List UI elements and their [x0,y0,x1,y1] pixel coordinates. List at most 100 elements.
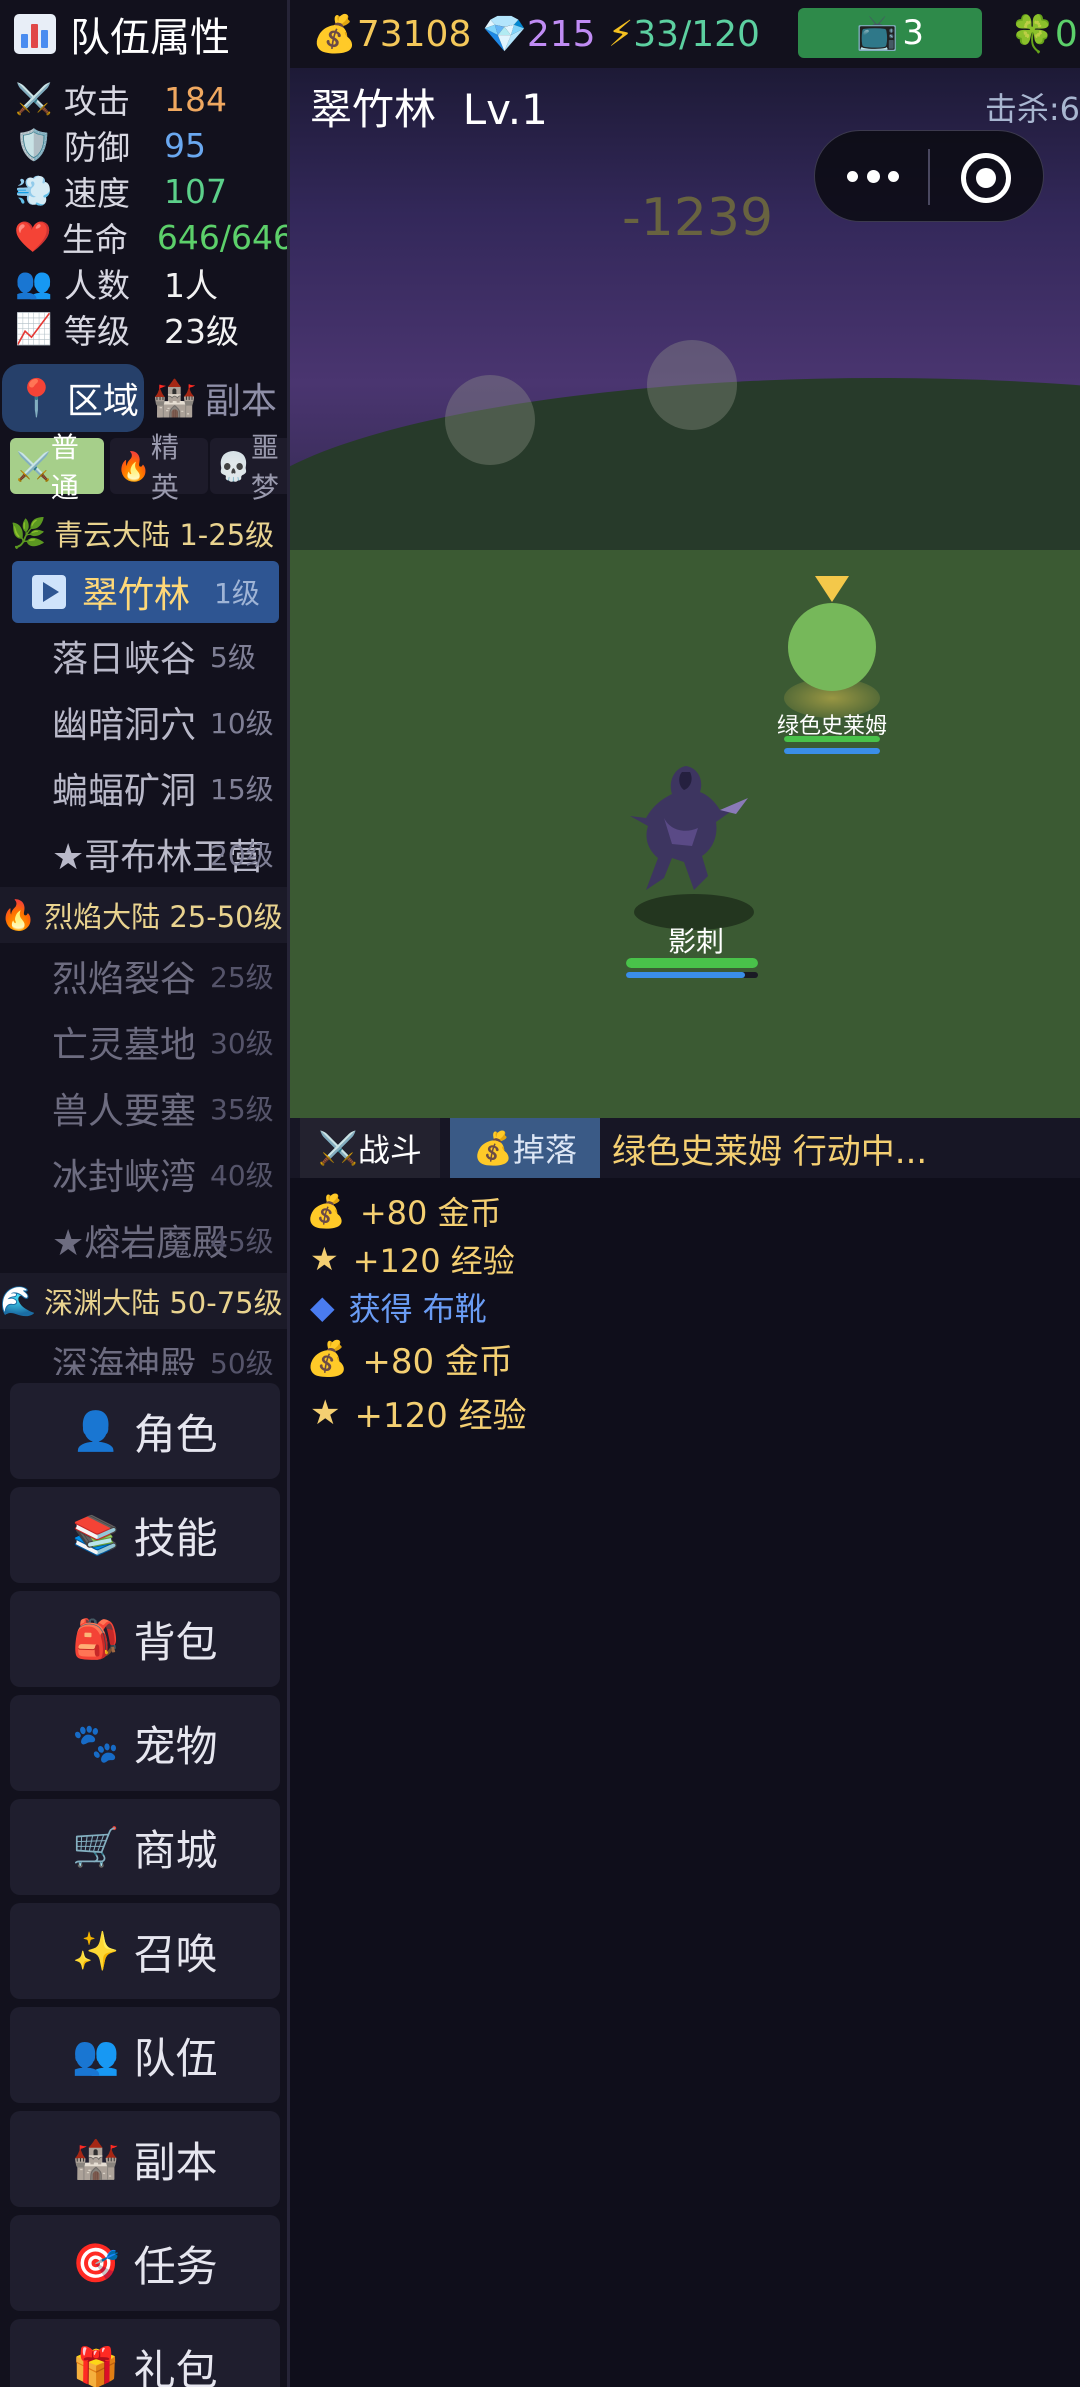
region-header[interactable]: 🌿 青云大陆 1-25级 [0,505,287,561]
zone-level: 5级 [210,641,256,674]
team-title-label: 队伍属性 [70,15,230,61]
gift-icon: 🎁 [72,2344,120,2387]
team-sidebar: 队伍属性 ⚔️ 攻击 184 🛡️ 防御 95 💨 速度 107 ❤️ 生命 6… [0,0,287,2387]
tv-count: 3 [902,13,924,53]
enemy-hp-bar [784,736,880,742]
zone-item[interactable]: 亡灵墓地 30级 [0,1009,287,1075]
region-header[interactable]: 🔥 烈焰大陆 25-50级 [0,887,287,943]
hero-hp-bar [626,958,758,968]
menu-bag-button[interactable]: 🎒 背包 [10,1591,280,1687]
swords-icon: ⚔️ [16,449,51,483]
stat-attack: ⚔️ 攻击 184 [14,76,287,122]
log-entry: ★ +120 经验 [310,1388,527,1437]
region-title: 青云大陆 1-25级 [54,518,275,552]
zone-item-boss[interactable]: ★哥布林王营 20级 [0,821,287,887]
zone-level: 45级 [210,1225,274,1258]
zone-level: 40级 [210,1159,274,1192]
tab-elite-label: 精英 [150,431,179,504]
menu-quest-button[interactable]: 🎯 任务 [10,2215,280,2311]
resource-bar: 💰 73108 💎 215 ⚡ 33/120 📺 3 🍀 0 [290,0,1080,68]
close-target-icon[interactable] [961,153,1011,203]
wave-icon: 🌊 [0,1283,37,1318]
menu-summon-button[interactable]: ✨ 召唤 [10,1903,280,1999]
lightning-icon: ⚡ [608,13,634,55]
stat-value: 95 [164,125,206,165]
herb-icon: 🌿 [10,515,47,550]
backpack-icon: 🎒 [72,1616,120,1661]
video-ad-button[interactable]: 📺 3 [798,8,982,58]
tab-elite[interactable]: 🔥 精英 [110,431,208,504]
money-bag-icon: 💰 [312,14,357,55]
stat-value: 184 [164,79,227,119]
team-stats: ⚔️ 攻击 184 🛡️ 防御 95 💨 速度 107 ❤️ 生命 646/64… [14,76,287,352]
menu-label: 技能 [133,1513,218,1563]
clover-value: 0 [1054,13,1078,55]
zone-title-name: 翠竹林 [310,85,437,134]
more-icon[interactable] [843,159,903,193]
tab-dungeon[interactable]: 🏰 副本 [152,364,277,432]
region-header[interactable]: 🌊 深渊大陆 50-75级 [0,1273,287,1329]
menu-skills-button[interactable]: 📚 技能 [10,1487,280,1583]
menu-character-button[interactable]: 👤 角色 [10,1383,280,1479]
log-text: +120 经验 [352,1242,515,1280]
hero-assassin-sprite[interactable] [624,758,754,908]
stat-label: 生命 [61,220,128,259]
hero-name: 影刺 [667,925,724,958]
castle-icon: 🏰 [152,378,197,419]
log-entry: 💰 +80 金币 [306,1334,513,1383]
main-menu: 👤 角色 📚 技能 🎒 背包 🐾 宠物 🛒 商城 ✨ 召唤 👥 队伍 🏰 副本 🎯 任务 🎁 礼包 [10,1383,280,2387]
zone-item[interactable]: 蝙蝠矿洞 15级 [0,755,287,821]
drop-log[interactable]: 💰 +80 金币 ★ +120 经验 ◆ 获得 布靴 💰 +80 金币 ★ +120 经验 [290,1178,1080,2387]
menu-dungeon-button[interactable]: 🏰 副本 [10,2111,280,2207]
region-title: 深渊大陆 50-75级 [44,1286,283,1320]
star-icon: ★ [310,1240,339,1278]
diamond-value: 215 [526,13,596,55]
clover-icon: 🍀 [1010,14,1055,55]
wind-icon: 💨 [15,173,53,209]
zone-item-current[interactable]: 翠竹林 1级 [12,561,279,623]
zone-item[interactable]: 兽人要塞 35级 [0,1075,287,1141]
stat-value: 646/646 [156,217,287,257]
stat-defense: 🛡️ 防御 95 [14,122,287,168]
play-icon [32,575,66,609]
tab-area[interactable]: 📍 区域 [2,364,144,432]
gold-counter: 💰 73108 [312,10,471,58]
people-icon: 👥 [15,265,53,301]
tab-drops-log[interactable]: 💰 掉落 [450,1118,600,1178]
stat-label: 人数 [64,266,130,305]
zone-item[interactable]: 深海神殿 50级 [0,1329,287,1375]
menu-team-button[interactable]: 👥 队伍 [10,2007,280,2103]
tab-nightmare[interactable]: 💀 噩梦 [210,431,287,504]
stat-label: 攻击 [64,82,130,121]
tab-normal[interactable]: ⚔️ 普通 [10,431,104,504]
enemy-slime[interactable] [788,603,876,691]
stat-hp: ❤️ 生命 646/646 [14,214,287,260]
team-title: 队伍属性 [14,6,230,62]
swords-icon: ⚔️ [15,81,53,117]
kill-counter: 击杀:6 [984,90,1080,128]
menu-gift-button[interactable]: 🎁 礼包 [10,2319,280,2387]
tab-area-label: 区域 [66,381,139,422]
zone-item-boss[interactable]: ★熔岩魔殿 45级 [0,1207,287,1273]
zone-item[interactable]: 落日峡谷 5级 [0,623,287,689]
zone-item[interactable]: 烈焰裂谷 25级 [0,943,287,1009]
zone-name: 幽暗洞穴 [52,705,197,746]
zone-list[interactable]: 🌿 青云大陆 1-25级 翠竹林 1级 落日峡谷 5级 幽暗洞穴 10级 蝙蝠矿洞… [0,505,287,1375]
menu-label: 礼包 [133,2345,218,2387]
tab-drops-label: 掉落 [512,1131,577,1169]
target-icon: 🎯 [72,2240,120,2285]
tab-nightmare-label: 噩梦 [250,431,279,504]
money-bag-icon: 💰 [306,1338,349,1379]
menu-pet-button[interactable]: 🐾 宠物 [10,1695,280,1791]
diamond-icon: 💎 [482,14,527,55]
fire-icon: 🔥 [116,449,151,483]
stat-label: 防御 [64,128,130,167]
log-entry: 💰 +80 金币 [306,1188,502,1234]
stat-value: 1人 [164,266,218,305]
menu-shop-button[interactable]: 🛒 商城 [10,1799,280,1895]
current-zone-title: 翠竹林 Lv.1 [310,76,548,137]
zone-item[interactable]: 冰封峡湾 40级 [0,1141,287,1207]
tab-battle-log[interactable]: ⚔️ 战斗 [300,1118,440,1178]
zone-item[interactable]: 幽暗洞穴 10级 [0,689,287,755]
menu-label: 背包 [133,1617,218,1667]
